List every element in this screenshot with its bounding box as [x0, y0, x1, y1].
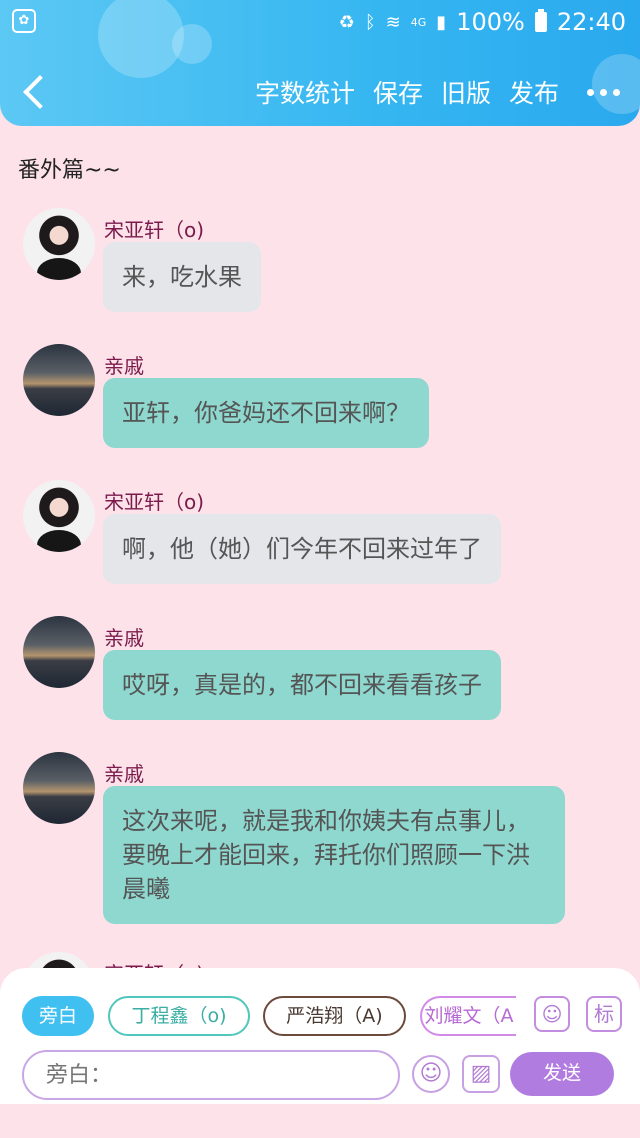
sender-name: 宋亚轩（o) [104, 490, 205, 514]
emoji-icon[interactable]: ☺ [412, 1055, 450, 1093]
back-button[interactable] [22, 72, 50, 112]
avatar[interactable] [23, 480, 95, 552]
recycle-icon: ♻ [338, 11, 355, 33]
send-button[interactable]: 发送 [510, 1052, 614, 1096]
message-input[interactable] [22, 1050, 400, 1100]
input-row: ☺ ▨ 发送 [22, 1050, 618, 1100]
chat-message: 宋亚轩（o) 来，吃水果 [0, 208, 640, 318]
clock: 22:40 [556, 8, 626, 36]
save-button[interactable]: 保存 [373, 74, 423, 110]
message-bubble[interactable]: 哎呀，真是的，都不回来看看孩子 [103, 650, 501, 720]
chat-message: 亲戚 亚轩，你爸妈还不回来啊？ [0, 344, 640, 454]
message-bubble[interactable]: 亚轩，你爸妈还不回来啊？ [103, 378, 429, 448]
role-card-icon[interactable]: ☺ [534, 996, 570, 1032]
avatar[interactable] [23, 208, 95, 280]
sender-name: 亲戚 [104, 762, 144, 786]
role-chip[interactable]: 严浩翔（A) [263, 996, 406, 1036]
message-bubble[interactable]: 啊，他（她）们今年不回来过年了 [103, 514, 501, 584]
chat-message: 亲戚 这次来呢，就是我和你姨夫有点事儿，要晚上才能回来，拜托你们照顾一下洪晨曦 [0, 752, 640, 932]
composer-panel: 旁白 丁程鑫（o) 严浩翔（A) 刘耀文（A ☺ 标 ☺ ▨ 发送 [0, 968, 640, 1104]
role-selector: 旁白 丁程鑫（o) 严浩翔（A) 刘耀文（A ☺ 标 [22, 996, 622, 1036]
battery-percent: 100% [456, 8, 525, 36]
sender-name: 亲戚 [104, 626, 144, 650]
message-bubble[interactable]: 来，吃水果 [103, 242, 261, 312]
bottom-strip [0, 1104, 640, 1138]
battery-icon [534, 9, 547, 32]
more-icon[interactable] [587, 88, 620, 96]
chat-message: 宋亚轩（o) 啊，他（她）们今年不回来过年了 [0, 480, 640, 590]
avatar[interactable] [23, 752, 95, 824]
chat-message: 亲戚 哎呀，真是的，都不回来看看孩子 [0, 616, 640, 726]
chapter-title: 番外篇~~ [18, 158, 121, 183]
app-header: ✿ ♻ ᛒ ≋ 4G ▮ 100% 22:40 字数统计 保存 旧版 发布 [0, 0, 640, 126]
wifi-icon: ≋ [385, 11, 401, 33]
network-label: 4G [410, 15, 427, 29]
role-chip-narration[interactable]: 旁白 [22, 996, 94, 1036]
message-bubble[interactable]: 这次来呢，就是我和你姨夫有点事儿，要晚上才能回来，拜托你们照顾一下洪晨曦 [103, 786, 565, 924]
avatar[interactable] [23, 344, 95, 416]
image-icon[interactable]: ▨ [462, 1055, 500, 1093]
publish-button[interactable]: 发布 [509, 74, 559, 110]
chat-area[interactable]: 番外篇~~ 宋亚轩（o) 来，吃水果 亲戚 亚轩，你爸妈还不回来啊？ 宋亚轩（o… [0, 126, 640, 970]
status-bar: ✿ ♻ ᛒ ≋ 4G ▮ 100% 22:40 [0, 0, 640, 44]
header-toolbar: 字数统计 保存 旧版 发布 [255, 74, 620, 110]
role-chip[interactable]: 刘耀文（A [420, 996, 516, 1036]
old-version-button[interactable]: 旧版 [441, 74, 491, 110]
app-paw-icon: ✿ [12, 9, 36, 33]
tag-button[interactable]: 标 [586, 996, 622, 1032]
avatar[interactable] [23, 616, 95, 688]
word-count-button[interactable]: 字数统计 [255, 74, 355, 110]
signal-icon: ▮ [436, 11, 447, 33]
bluetooth-icon: ᛒ [364, 11, 376, 33]
role-chip[interactable]: 丁程鑫（o) [108, 996, 250, 1036]
sender-name: 宋亚轩（o) [104, 218, 205, 242]
sender-name: 亲戚 [104, 354, 144, 378]
status-right: ♻ ᛒ ≋ 4G ▮ 100% 22:40 [339, 6, 626, 38]
